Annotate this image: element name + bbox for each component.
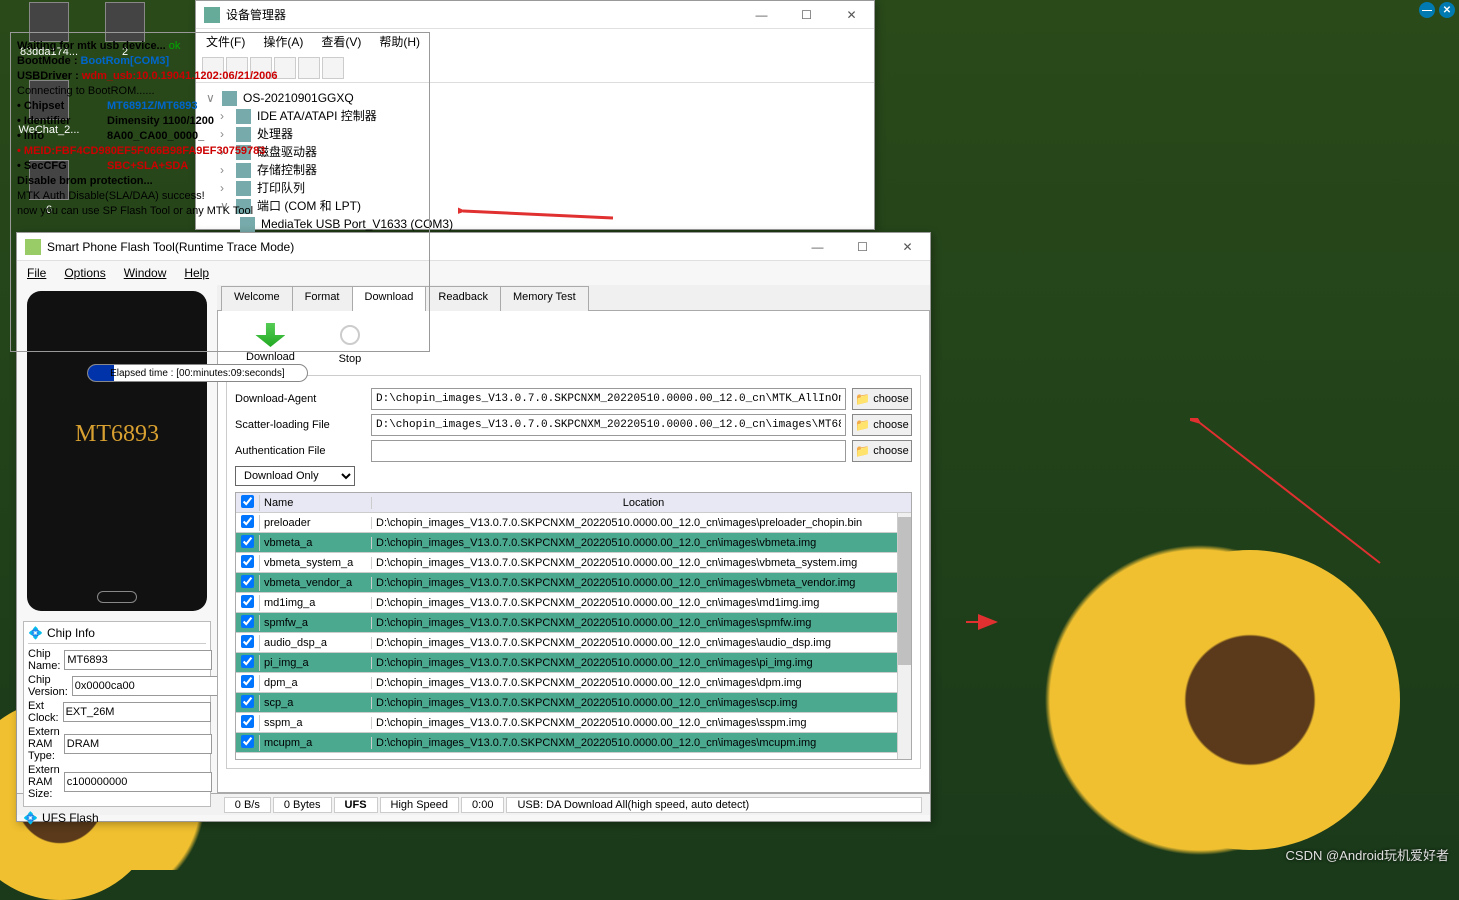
auth-path-input[interactable] (371, 440, 846, 462)
window-title: 设备管理器 (226, 6, 286, 23)
tab-readback[interactable]: Readback (425, 286, 501, 311)
minimize-button[interactable]: — (795, 233, 840, 261)
table-row[interactable]: vbmeta_vendor_aD:\chopin_images_V13.0.7.… (236, 573, 911, 593)
ufs-flash-label: UFS Flash (42, 811, 99, 825)
devmgr-icon (204, 7, 220, 23)
download-mode-select[interactable]: Download Only (235, 466, 355, 486)
ram-type-field[interactable] (64, 734, 212, 754)
close-button[interactable]: ✕ (885, 233, 930, 261)
ext-clock-field[interactable] (63, 702, 211, 722)
choose-auth-button[interactable]: choose (852, 440, 912, 462)
maximize-button[interactable]: ☐ (784, 1, 829, 29)
chip-version-field[interactable] (72, 676, 220, 696)
table-row[interactable]: mcupm_aD:\chopin_images_V13.0.7.0.SKPCNX… (236, 733, 911, 753)
ram-size-field[interactable] (64, 772, 212, 792)
table-row[interactable]: spmfw_aD:\chopin_images_V13.0.7.0.SKPCNX… (236, 613, 911, 633)
table-row[interactable]: vbmeta_aD:\chopin_images_V13.0.7.0.SKPCN… (236, 533, 911, 553)
table-row[interactable]: vbmeta_system_aD:\chopin_images_V13.0.7.… (236, 553, 911, 573)
minimize-button[interactable]: — (739, 1, 784, 29)
choose-scatter-button[interactable]: choose (852, 414, 912, 436)
scatter-path-input[interactable] (371, 414, 846, 436)
maximize-button[interactable]: ☐ (840, 233, 885, 261)
table-row[interactable]: dpm_aD:\chopin_images_V13.0.7.0.SKPCNXM_… (236, 673, 911, 693)
table-row[interactable]: pi_img_aD:\chopin_images_V13.0.7.0.SKPCN… (236, 653, 911, 673)
watermark: CSDN @Android玩机爱好者 (1286, 845, 1449, 864)
table-row[interactable]: preloaderD:\chopin_images_V13.0.7.0.SKPC… (236, 513, 911, 533)
tab-memory-test[interactable]: Memory Test (500, 286, 589, 311)
close-button[interactable]: ✕ (829, 1, 874, 29)
log-area: Waiting for mtk usb device... okBootMode… (10, 32, 430, 352)
select-all-checkbox[interactable] (241, 495, 254, 508)
close-button[interactable]: ✕ (1439, 2, 1455, 18)
chip-name-field[interactable] (64, 650, 212, 670)
table-row[interactable]: audio_dsp_aD:\chopin_images_V13.0.7.0.SK… (236, 633, 911, 653)
da-path-input[interactable] (371, 388, 846, 410)
minimize-button[interactable]: — (1419, 2, 1435, 18)
progress-bar: Elapsed time : [00:minutes:09:seconds] (87, 364, 308, 382)
table-row[interactable]: sspm_aD:\chopin_images_V13.0.7.0.SKPCNXM… (236, 713, 911, 733)
choose-da-button[interactable]: choose (852, 388, 912, 410)
table-row[interactable]: md1img_aD:\chopin_images_V13.0.7.0.SKPCN… (236, 593, 911, 613)
chip-label: MT6893 (27, 421, 207, 448)
scrollbar[interactable] (897, 513, 911, 759)
chip-info-panel: 💠Chip Info Chip Name: Chip Version: Ext … (23, 621, 211, 807)
table-row[interactable]: scp_aD:\chopin_images_V13.0.7.0.SKPCNXM_… (236, 693, 911, 713)
partition-table[interactable]: Name Location preloaderD:\chopin_images_… (235, 492, 912, 760)
